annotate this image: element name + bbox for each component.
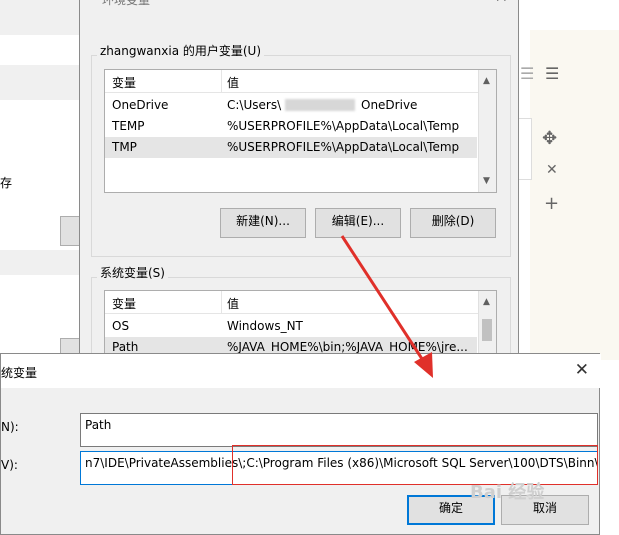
- arrow-head: [414, 352, 433, 378]
- arrow-shaft: [340, 235, 428, 366]
- watermark: Bai 经验: [470, 482, 545, 503]
- annotation-arrow: [340, 235, 433, 378]
